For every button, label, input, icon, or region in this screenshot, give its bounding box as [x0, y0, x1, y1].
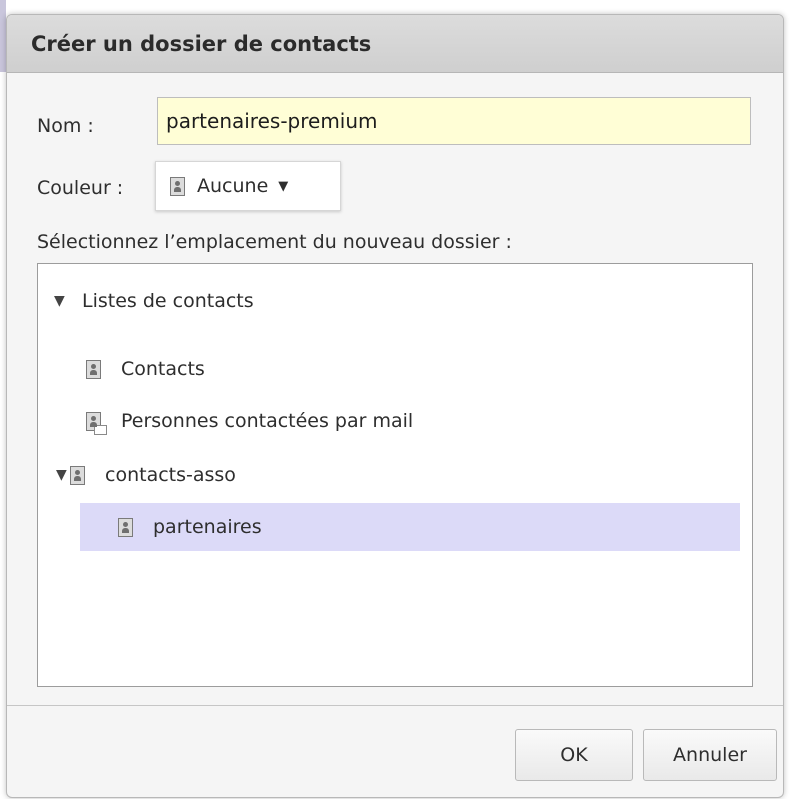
- color-dropdown-value: Aucune: [197, 175, 269, 197]
- tree-item-contacts-asso[interactable]: ▼ contacts-asso: [56, 464, 236, 486]
- tree-item-partenaires[interactable]: partenaires: [118, 516, 262, 538]
- name-label: Nom :: [37, 115, 94, 137]
- tree-item-contacts[interactable]: Contacts: [86, 358, 205, 380]
- tree-root-label-text: Listes de contacts: [82, 290, 254, 312]
- address-book-icon: [86, 359, 101, 379]
- tree-item-label: Personnes contactées par mail: [121, 410, 414, 432]
- ok-button[interactable]: OK: [515, 729, 633, 781]
- caret-down-icon: ▼: [278, 178, 289, 194]
- dialog-title: Créer un dossier de contacts: [31, 31, 372, 56]
- cancel-button[interactable]: Annuler: [643, 729, 777, 781]
- expand-triangle-icon[interactable]: ▼: [54, 293, 72, 309]
- address-book-icon: [118, 517, 133, 537]
- address-book-mail-icon: [86, 411, 107, 435]
- tree-root-contact-lists[interactable]: ▼ Listes de contacts: [54, 290, 254, 312]
- tree-item-label: contacts-asso: [105, 464, 236, 486]
- color-dropdown[interactable]: Aucune ▼: [155, 161, 341, 211]
- address-book-icon: [170, 176, 185, 196]
- footer-separator: [7, 705, 783, 706]
- address-book-icon: [70, 465, 85, 485]
- create-contacts-folder-dialog: Créer un dossier de contacts Nom : Coule…: [6, 14, 784, 798]
- color-label: Couleur :: [37, 177, 124, 199]
- folder-location-tree: ▼ Listes de contacts Contacts Personnes …: [37, 263, 753, 687]
- name-input[interactable]: [157, 97, 751, 145]
- location-label: Sélectionnez l’emplacement du nouveau do…: [37, 231, 512, 253]
- mail-badge-icon: [94, 424, 107, 435]
- tree-item-collected-addresses[interactable]: Personnes contactées par mail: [86, 410, 414, 435]
- expand-triangle-icon[interactable]: ▼: [56, 467, 70, 483]
- tree-item-label: Contacts: [121, 358, 205, 380]
- dialog-title-bar[interactable]: Créer un dossier de contacts: [7, 15, 783, 73]
- tree-item-label: partenaires: [153, 516, 262, 538]
